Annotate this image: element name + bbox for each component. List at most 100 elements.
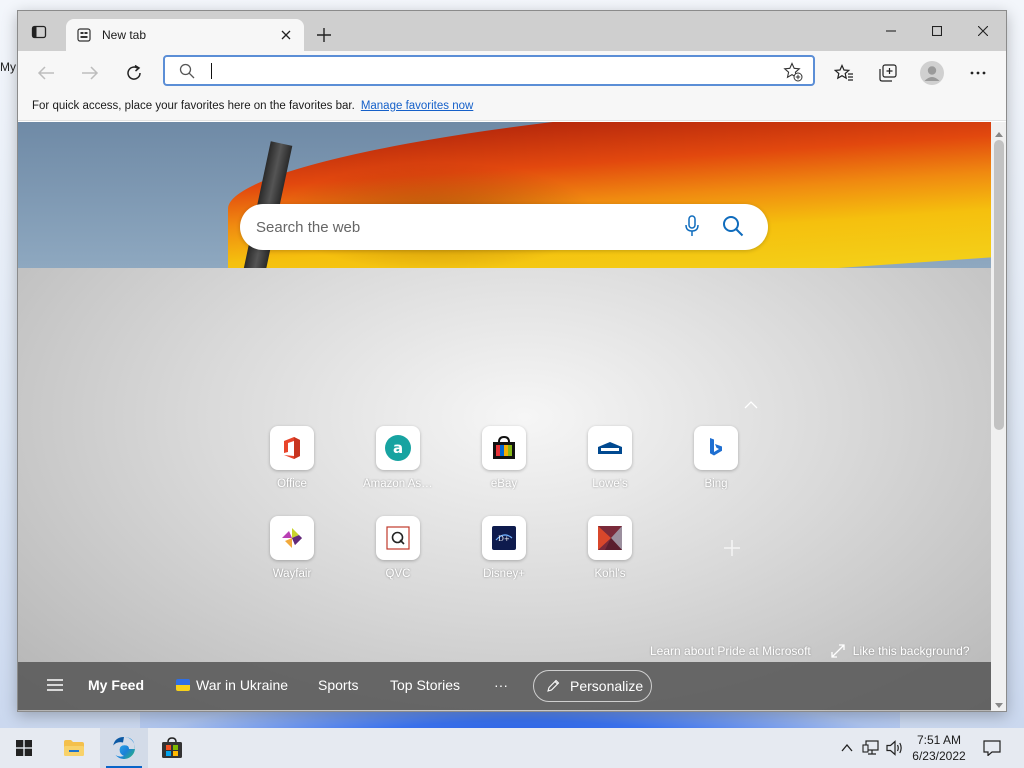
notification-icon <box>983 740 1001 756</box>
close-window-button[interactable] <box>960 11 1006 51</box>
tab-war-in-ukraine[interactable]: War in Ukraine <box>176 677 288 693</box>
back-button[interactable] <box>32 59 60 87</box>
browser-window: New tab For quick access, place your fav… <box>17 10 1007 712</box>
quick-link-tile[interactable]: a Amazon Assi... <box>363 426 433 490</box>
disney-icon: D+ <box>482 516 526 560</box>
volume-button[interactable] <box>884 728 906 768</box>
star-add-icon <box>783 62 803 82</box>
settings-more-button[interactable] <box>964 59 992 87</box>
quick-link-tile[interactable]: Wayfair <box>257 516 327 580</box>
add-quick-link-button[interactable] <box>710 526 754 570</box>
start-button[interactable] <box>0 728 48 768</box>
scrollbar-thumb[interactable] <box>994 140 1004 430</box>
tab-sports[interactable]: Sports <box>318 677 358 693</box>
tab-close-icon[interactable] <box>278 27 294 43</box>
store-icon <box>162 737 182 758</box>
maximize-button[interactable] <box>914 11 960 51</box>
network-icon <box>862 740 879 755</box>
minimize-button[interactable] <box>868 11 914 51</box>
quick-link-tile[interactable]: Bing <box>681 426 751 490</box>
lowes-icon <box>588 426 632 470</box>
tab-title: New tab <box>102 28 147 42</box>
favorites-button[interactable] <box>830 59 858 87</box>
like-background-link[interactable]: Like this background? <box>853 644 970 658</box>
show-hidden-icons-button[interactable] <box>838 728 856 768</box>
tab-actions-button[interactable] <box>30 23 48 41</box>
new-tab-page: Search the web Office a Amazon Assi... e… <box>18 122 991 711</box>
title-bar: New tab <box>18 11 1006 51</box>
notifications-button[interactable] <box>980 728 1004 768</box>
quick-link-tile[interactable]: QVC <box>363 516 433 580</box>
new-tab-button[interactable] <box>312 23 336 47</box>
quick-link-tile[interactable]: D+ Disney+ <box>469 516 539 580</box>
wayfair-icon <box>270 516 314 560</box>
tile-label: Amazon Assi... <box>363 478 433 490</box>
personalize-label: Personalize <box>570 678 644 694</box>
pencil-icon <box>546 679 560 693</box>
refresh-button[interactable] <box>120 59 148 87</box>
tab-top-stories[interactable]: Top Stories <box>390 677 460 693</box>
manage-favorites-link[interactable]: Manage favorites now <box>361 100 474 112</box>
maximize-icon <box>932 26 942 36</box>
add-favorite-button[interactable] <box>783 62 803 85</box>
qvc-icon <box>376 516 420 560</box>
network-button[interactable] <box>860 728 882 768</box>
scroll-down-icon[interactable] <box>995 698 1003 711</box>
address-bar[interactable] <box>163 55 815 86</box>
scroll-up-icon[interactable] <box>995 126 1003 140</box>
forward-button[interactable] <box>76 59 104 87</box>
collapse-chevron-icon[interactable] <box>744 398 758 409</box>
collections-button[interactable] <box>874 59 902 87</box>
edge-taskbar-button[interactable] <box>100 728 148 768</box>
background-links: Learn about Pride at Microsoft Like this… <box>650 644 970 658</box>
expand-icon[interactable] <box>831 644 845 658</box>
tile-label: eBay <box>490 478 518 490</box>
ebay-icon <box>482 426 526 470</box>
quick-link-tile[interactable]: Kohl's <box>575 516 645 580</box>
chevron-up-icon <box>841 744 853 752</box>
store-button[interactable] <box>148 728 196 768</box>
quick-link-tile[interactable]: Office <box>257 426 327 490</box>
search-submit-icon[interactable] <box>722 215 744 240</box>
bing-icon <box>694 426 738 470</box>
feed-navigation-bar: My Feed War in Ukraine Sports Top Storie… <box>18 662 991 710</box>
tile-label: QVC <box>385 568 411 580</box>
vertical-scrollbar[interactable] <box>991 122 1006 711</box>
file-explorer-button[interactable] <box>50 728 98 768</box>
refresh-icon <box>127 64 141 80</box>
clock-date: 6/23/2022 <box>912 749 966 763</box>
collections-icon <box>879 64 897 82</box>
plus-icon <box>317 28 331 42</box>
text-cursor <box>211 63 212 79</box>
close-icon <box>978 26 988 36</box>
hamburger-menu-icon[interactable] <box>46 678 64 695</box>
quick-link-tile[interactable]: eBay <box>469 426 539 490</box>
profile-button[interactable] <box>918 59 946 87</box>
windows-logo-icon <box>16 740 32 756</box>
amazon-icon: a <box>376 426 420 470</box>
kohls-icon <box>588 516 632 560</box>
clock[interactable]: 7:51 AM 6/23/2022 <box>904 732 974 764</box>
favorites-bar: For quick access, place your favorites h… <box>18 91 1006 121</box>
tile-label: Wayfair <box>272 568 312 580</box>
taskbar: 7:51 AM 6/23/2022 <box>0 728 1024 768</box>
personalize-button[interactable]: Personalize <box>533 670 652 702</box>
tab-my-feed[interactable]: My Feed <box>88 677 144 693</box>
tile-label: Bing <box>704 478 728 490</box>
forward-arrow-icon <box>82 66 99 80</box>
clock-time: 7:51 AM <box>916 733 962 747</box>
tab-new-tab[interactable]: New tab <box>66 19 304 51</box>
desktop-icon-label[interactable]: My <box>0 60 16 74</box>
svg-text:D+: D+ <box>498 535 510 543</box>
volume-icon <box>886 740 902 756</box>
quick-link-tile[interactable]: Lowe's <box>575 426 645 490</box>
pride-link[interactable]: Learn about Pride at Microsoft <box>650 644 811 658</box>
microphone-icon[interactable] <box>684 215 700 240</box>
tab-actions-icon <box>31 25 47 39</box>
back-arrow-icon <box>37 66 54 80</box>
minimize-icon <box>886 30 896 32</box>
tile-label: Kohl's <box>594 568 626 580</box>
avatar-icon <box>920 61 944 85</box>
web-search-box[interactable]: Search the web <box>240 204 768 250</box>
more-topics-button[interactable]: ··· <box>494 677 508 693</box>
